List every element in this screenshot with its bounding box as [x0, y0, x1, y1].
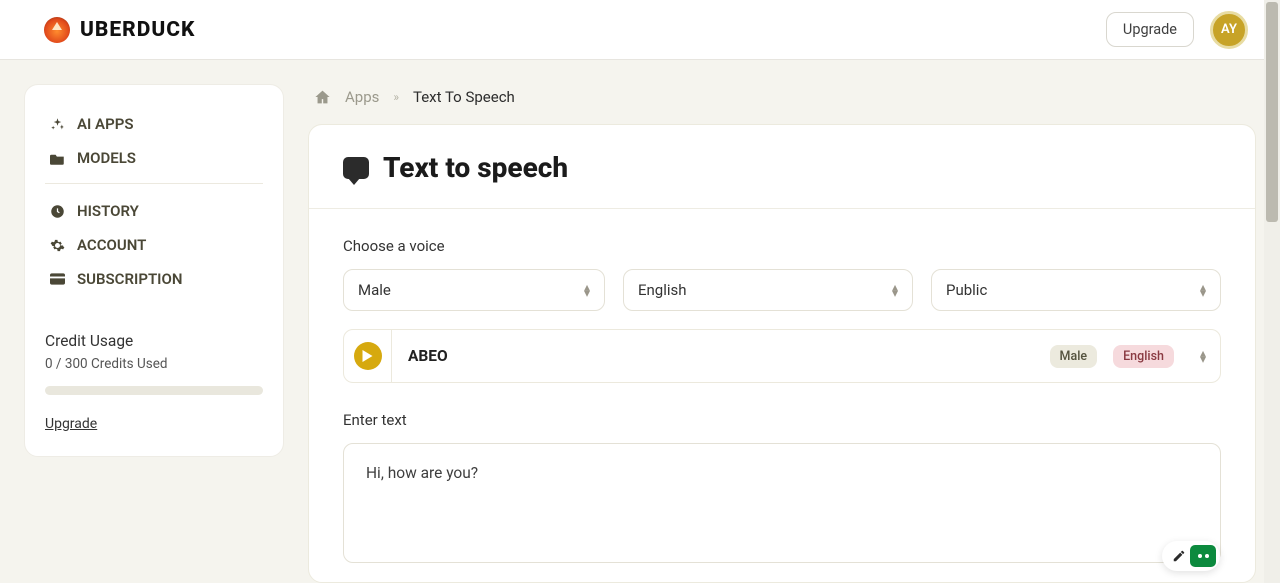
voice-tag-gender: Male	[1050, 345, 1098, 368]
choose-voice-label: Choose a voice	[343, 237, 1221, 255]
enter-text-label: Enter text	[343, 411, 1221, 429]
bot-icon	[1190, 545, 1216, 567]
content-card: Text to speech Choose a voice Male ▴▾ En…	[308, 124, 1256, 583]
card-header: Text to speech	[309, 125, 1255, 209]
help-widget[interactable]	[1162, 541, 1220, 571]
language-select[interactable]: English ▴▾	[623, 269, 913, 311]
pen-icon	[1172, 549, 1186, 563]
chevron-updown-icon: ▴▾	[584, 284, 590, 296]
breadcrumb-current: Text To Speech	[413, 88, 515, 106]
sparkles-icon	[49, 117, 65, 132]
credit-usage-block: Credit Usage 0 / 300 Credits Used Upgrad…	[45, 332, 263, 432]
card-icon	[49, 273, 65, 285]
credit-usage-title: Credit Usage	[45, 332, 263, 350]
chevron-updown-icon: ▴▾	[892, 284, 898, 296]
voice-name: ABEO	[408, 347, 1034, 365]
avatar[interactable]: AY	[1210, 11, 1248, 49]
brand-logo-icon	[44, 17, 70, 43]
sidebar-item-ai-apps[interactable]: AI APPS	[45, 107, 263, 141]
language-select-value: English	[638, 281, 687, 299]
gender-select[interactable]: Male ▴▾	[343, 269, 605, 311]
sidebar-item-label: AI APPS	[77, 115, 133, 133]
scrollbar-thumb[interactable]	[1266, 2, 1278, 222]
visibility-select-value: Public	[946, 281, 987, 299]
gender-select-value: Male	[358, 281, 391, 299]
home-icon[interactable]	[314, 89, 331, 105]
chevron-updown-icon: ▴▾	[1200, 350, 1206, 362]
credit-usage-bar	[45, 386, 263, 395]
sidebar: AI APPS MODELS HISTORY ACCOUNT SUBSCRIP	[24, 84, 284, 457]
sidebar-item-subscription[interactable]: SUBSCRIPTION	[45, 262, 263, 296]
chevron-updown-icon: ▴▾	[1200, 284, 1206, 296]
scrollbar-track[interactable]	[1264, 0, 1280, 583]
voice-select[interactable]: ABEO Male English ▴▾	[343, 329, 1221, 383]
sidebar-item-label: HISTORY	[77, 202, 139, 220]
upgrade-button[interactable]: Upgrade	[1106, 12, 1194, 47]
main-area: Apps » Text To Speech Text to speech Cho…	[308, 84, 1256, 583]
breadcrumb-apps-link[interactable]: Apps	[345, 88, 379, 106]
clock-icon	[49, 204, 65, 219]
topbar: UBERDUCK Upgrade AY	[0, 0, 1280, 60]
speech-bubble-icon	[343, 157, 369, 179]
page-title: Text to speech	[383, 151, 568, 184]
gear-icon	[49, 238, 65, 253]
breadcrumb: Apps » Text To Speech	[308, 84, 1256, 124]
brand-name: UBERDUCK	[80, 18, 195, 42]
sidebar-item-models[interactable]: MODELS	[45, 141, 263, 175]
topbar-actions: Upgrade AY	[1106, 11, 1248, 49]
folder-icon	[49, 152, 65, 165]
sidebar-item-account[interactable]: ACCOUNT	[45, 228, 263, 262]
voice-tag-language: English	[1113, 345, 1174, 368]
credit-upgrade-link[interactable]: Upgrade	[45, 416, 97, 432]
text-input[interactable]	[366, 464, 1198, 542]
visibility-select[interactable]: Public ▴▾	[931, 269, 1221, 311]
text-input-wrap	[343, 443, 1221, 563]
sidebar-item-label: SUBSCRIPTION	[77, 270, 182, 288]
chevron-right-icon: »	[393, 90, 399, 104]
brand-logo[interactable]: UBERDUCK	[44, 17, 195, 43]
sidebar-item-history[interactable]: HISTORY	[45, 194, 263, 228]
sidebar-item-label: MODELS	[77, 149, 136, 167]
credit-usage-value: 0 / 300 Credits Used	[45, 356, 263, 372]
sidebar-divider	[45, 183, 263, 184]
sidebar-item-label: ACCOUNT	[77, 236, 146, 254]
voice-play-button[interactable]	[354, 342, 382, 370]
